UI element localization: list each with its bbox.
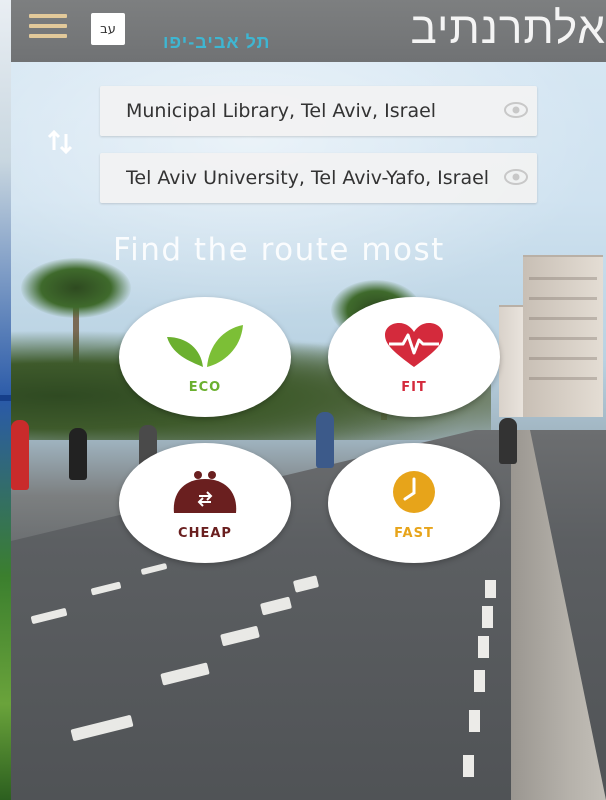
heart-pulse-icon bbox=[385, 323, 443, 367]
cheap-route-button[interactable]: CHEAP bbox=[119, 443, 291, 563]
swap-arrows-icon bbox=[47, 129, 73, 155]
clock-icon bbox=[393, 471, 435, 513]
mode-label: FIT bbox=[401, 380, 427, 395]
app-title: אלתרנתיב bbox=[410, 4, 606, 53]
language-button[interactable]: עב bbox=[91, 13, 125, 45]
fast-route-button[interactable]: FAST bbox=[328, 443, 500, 563]
menu-icon bbox=[29, 14, 67, 18]
lane-marking bbox=[478, 636, 489, 658]
eye-icon[interactable] bbox=[503, 167, 529, 187]
background-app-edge bbox=[0, 0, 11, 800]
lane-marking bbox=[482, 606, 493, 628]
eco-route-button[interactable]: ECO bbox=[119, 297, 291, 417]
pedestrian bbox=[316, 412, 334, 468]
pedestrian bbox=[11, 420, 29, 490]
destination-input[interactable] bbox=[100, 153, 490, 203]
tagline: Find the route most bbox=[113, 232, 445, 268]
app-header: עב אלתרנתיב תל אביב-יפו bbox=[11, 0, 606, 62]
wallet-icon bbox=[173, 471, 237, 513]
mode-label: FAST bbox=[394, 526, 434, 541]
eye-icon[interactable] bbox=[503, 100, 529, 120]
mode-label: CHEAP bbox=[178, 526, 232, 541]
app-subtitle: תל אביב-יפו bbox=[163, 32, 271, 52]
fit-route-button[interactable]: FIT bbox=[328, 297, 500, 417]
origin-input[interactable] bbox=[100, 86, 490, 136]
origin-field bbox=[100, 86, 537, 136]
swap-direction-button[interactable] bbox=[47, 129, 73, 155]
lane-marking bbox=[469, 710, 480, 732]
lane-marking bbox=[485, 580, 496, 598]
hamburger-menu-button[interactable] bbox=[29, 14, 67, 42]
destination-field bbox=[100, 153, 537, 203]
leaf-icon bbox=[167, 325, 243, 367]
pedestrian bbox=[69, 428, 87, 480]
pedestrian bbox=[499, 418, 517, 464]
lane-marking bbox=[463, 755, 474, 777]
mode-label: ECO bbox=[188, 380, 222, 395]
lane-marking bbox=[474, 670, 485, 692]
building bbox=[523, 255, 603, 417]
